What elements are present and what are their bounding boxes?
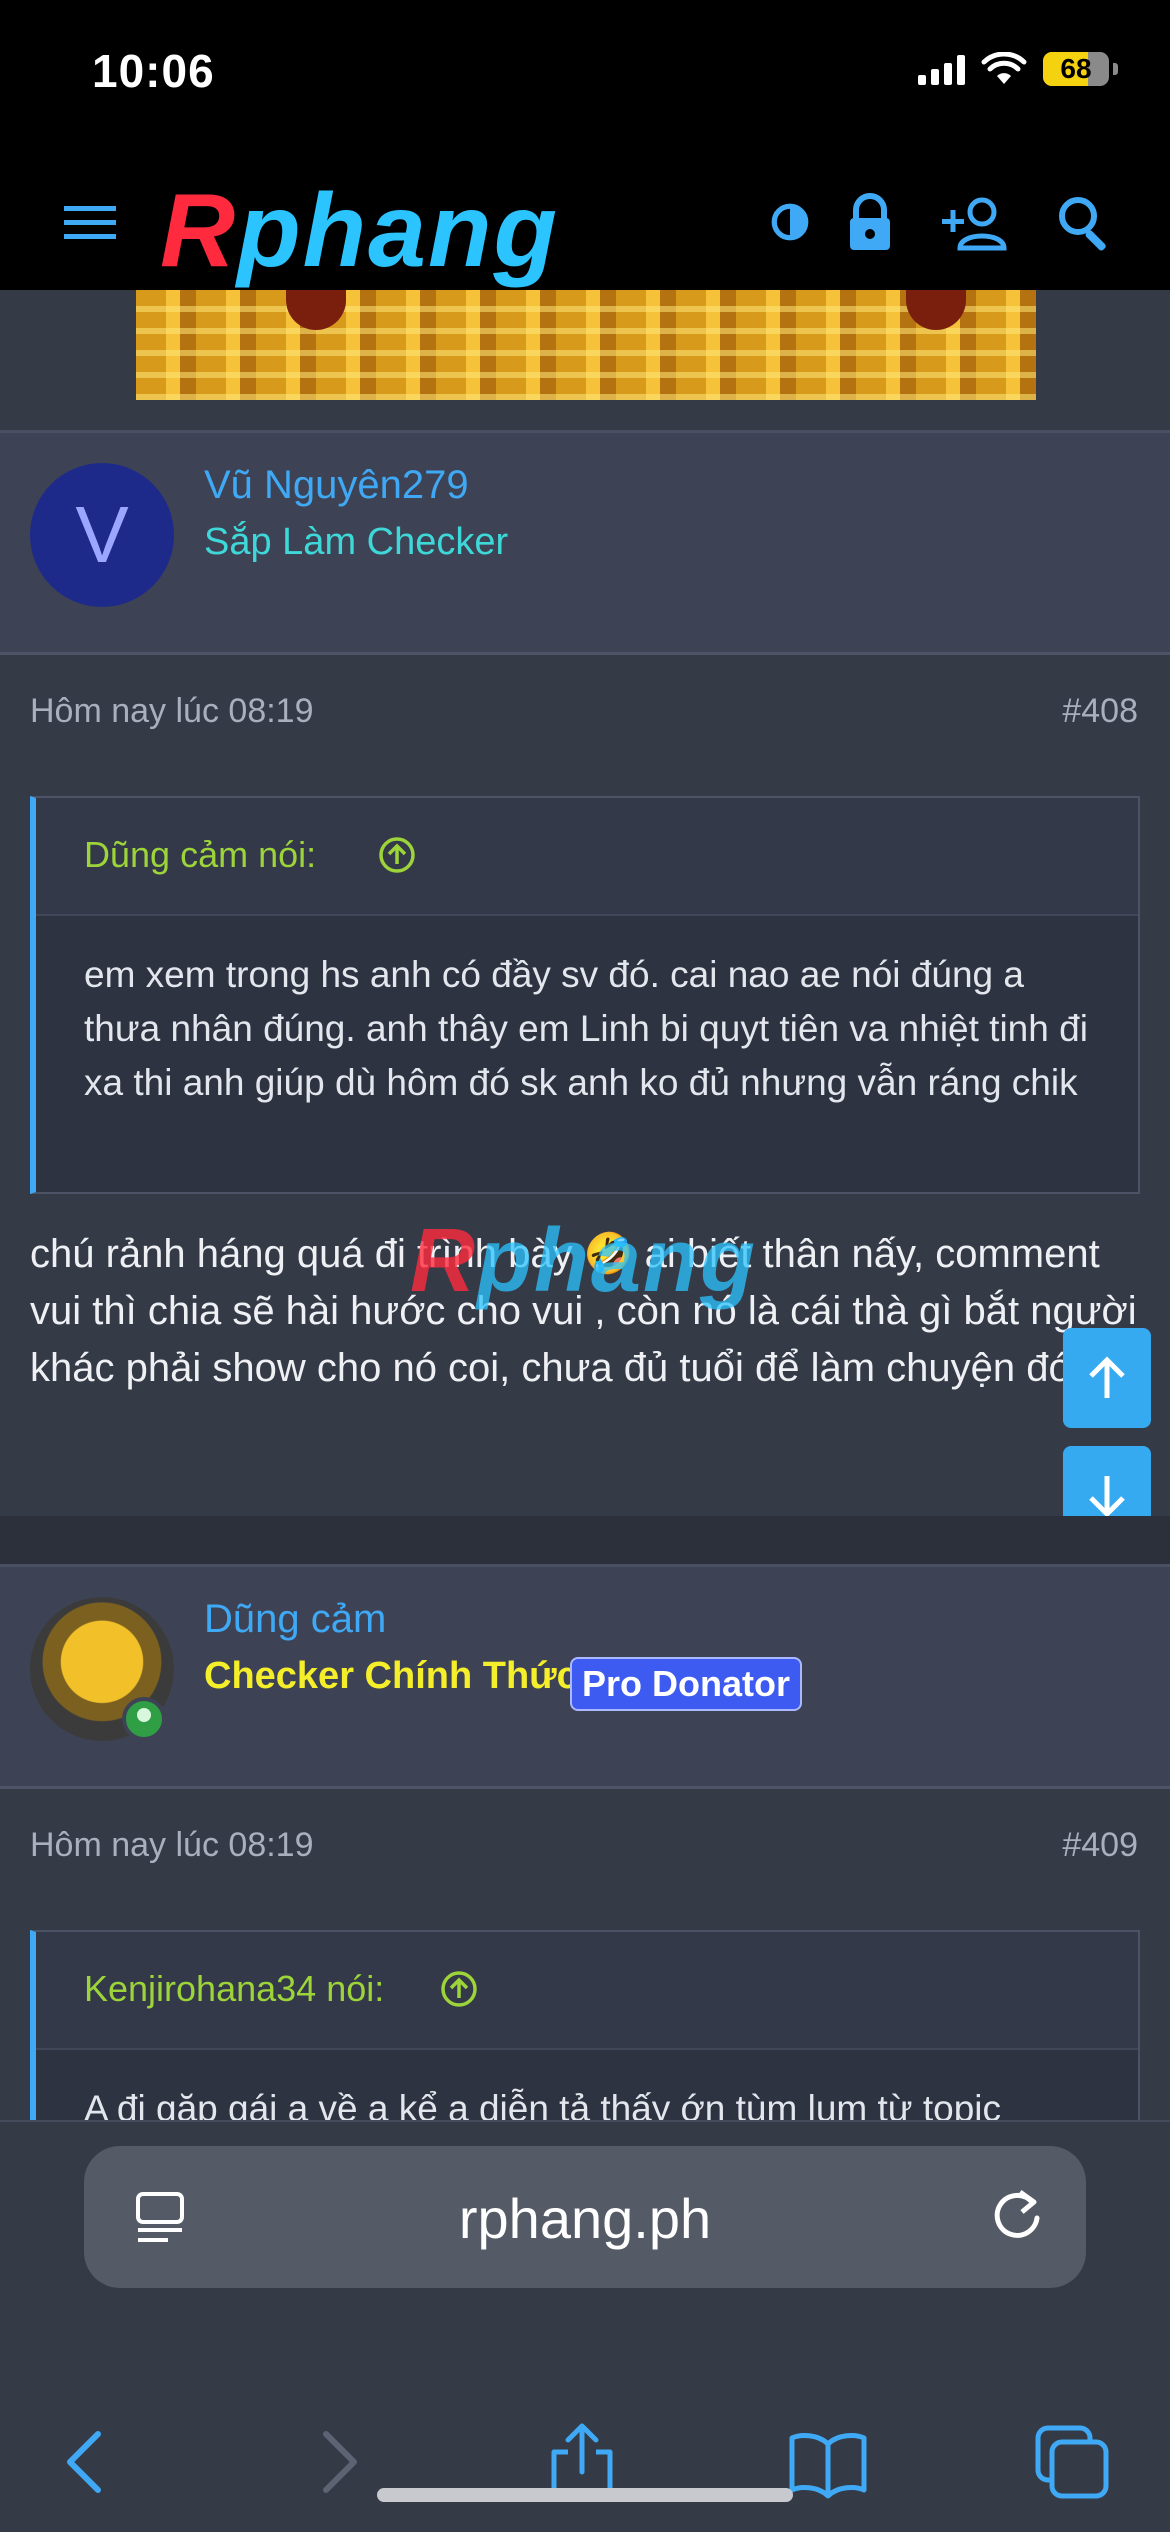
page: 10:06 68 Rphang V Vũ Nguyên279 Sắp Làm C…: [0, 0, 1170, 2532]
bookmarks-icon[interactable]: [788, 2422, 868, 2502]
back-icon[interactable]: [46, 2422, 126, 2502]
watermark-logo: Rphang: [410, 1210, 757, 1313]
scroll-up-button[interactable]: [1063, 1328, 1151, 1428]
status-time: 10:06: [92, 45, 215, 97]
quote-header: Dũng cảm nói:: [36, 798, 1138, 916]
watermark-first-letter: R: [410, 1211, 477, 1311]
add-user-icon[interactable]: [940, 190, 1012, 254]
browser-toolbar: rphang.ph: [0, 2120, 1170, 2532]
logo-rest: phang: [237, 173, 560, 289]
username[interactable]: Vũ Nguyên279: [204, 463, 469, 508]
cellular-signal-icon: [918, 53, 965, 85]
quote-author[interactable]: Dũng cảm nói:: [84, 834, 316, 876]
search-icon[interactable]: [1052, 190, 1116, 254]
site-logo[interactable]: Rphang: [160, 172, 559, 291]
battery-percentage: 68: [1060, 53, 1092, 84]
arrow-up-icon: [1089, 1356, 1125, 1398]
post-timestamp[interactable]: Hôm nay lúc 08:19: [30, 1826, 314, 1865]
home-indicator: [377, 2488, 793, 2502]
banner-coins: [136, 290, 1036, 400]
post-number[interactable]: #408: [1062, 692, 1138, 731]
site-header: Rphang: [0, 150, 1170, 290]
quote-header: Kenjirohana34 nói:: [36, 1932, 1138, 2050]
post-timestamp[interactable]: Hôm nay lúc 08:19: [30, 692, 314, 731]
user-title: Sắp Làm Checker: [204, 521, 509, 563]
post-author-header: Dũng cảm Checker Chính Thức Pro Donator: [0, 1564, 1170, 1789]
go-to-quote-icon[interactable]: [440, 1970, 478, 2008]
post-separator: [0, 1516, 1170, 1564]
user-title: Checker Chính Thức: [204, 1655, 578, 1697]
username[interactable]: Dũng cảm: [204, 1597, 386, 1642]
post-body: Hôm nay lúc 08:19 #408 Dũng cảm nói: em …: [0, 658, 1170, 1516]
address-bar[interactable]: rphang.ph: [84, 2146, 1086, 2288]
tabs-icon[interactable]: [1032, 2422, 1112, 2502]
logo-first-letter: R: [160, 173, 238, 289]
ad-banner[interactable]: [136, 290, 1036, 400]
wifi-icon: [981, 52, 1027, 84]
status-icons: 68: [918, 52, 1118, 86]
menu-icon[interactable]: [58, 190, 122, 254]
theme-toggle-icon[interactable]: [762, 190, 818, 254]
quote-author[interactable]: Kenjirohana34 nói:: [84, 1968, 384, 2010]
quote-text: em xem trong hs anh có đầy sv đó. cai na…: [84, 954, 1088, 1103]
go-to-quote-icon[interactable]: [378, 836, 416, 874]
quote-block: Dũng cảm nói: em xem trong hs anh có đầy…: [30, 796, 1140, 1194]
user-badge: Pro Donator: [570, 1657, 803, 1711]
battery-tip: [1113, 63, 1118, 75]
post-number[interactable]: #409: [1062, 1826, 1138, 1865]
battery-icon: 68: [1043, 52, 1109, 86]
online-status-icon: [122, 1697, 166, 1741]
lock-icon[interactable]: [838, 190, 902, 254]
post-author-header: V Vũ Nguyên279 Sắp Làm Checker: [0, 430, 1170, 655]
url-text[interactable]: rphang.ph: [84, 2186, 1086, 2251]
watermark-rest: phang: [477, 1211, 757, 1311]
forward-icon[interactable]: [298, 2422, 378, 2502]
reload-icon[interactable]: [986, 2184, 1048, 2246]
avatar[interactable]: V: [30, 463, 174, 607]
status-bar: 10:06 68: [0, 0, 1170, 150]
post-body: Hôm nay lúc 08:19 #409 Kenjirohana34 nói…: [0, 1792, 1170, 2230]
